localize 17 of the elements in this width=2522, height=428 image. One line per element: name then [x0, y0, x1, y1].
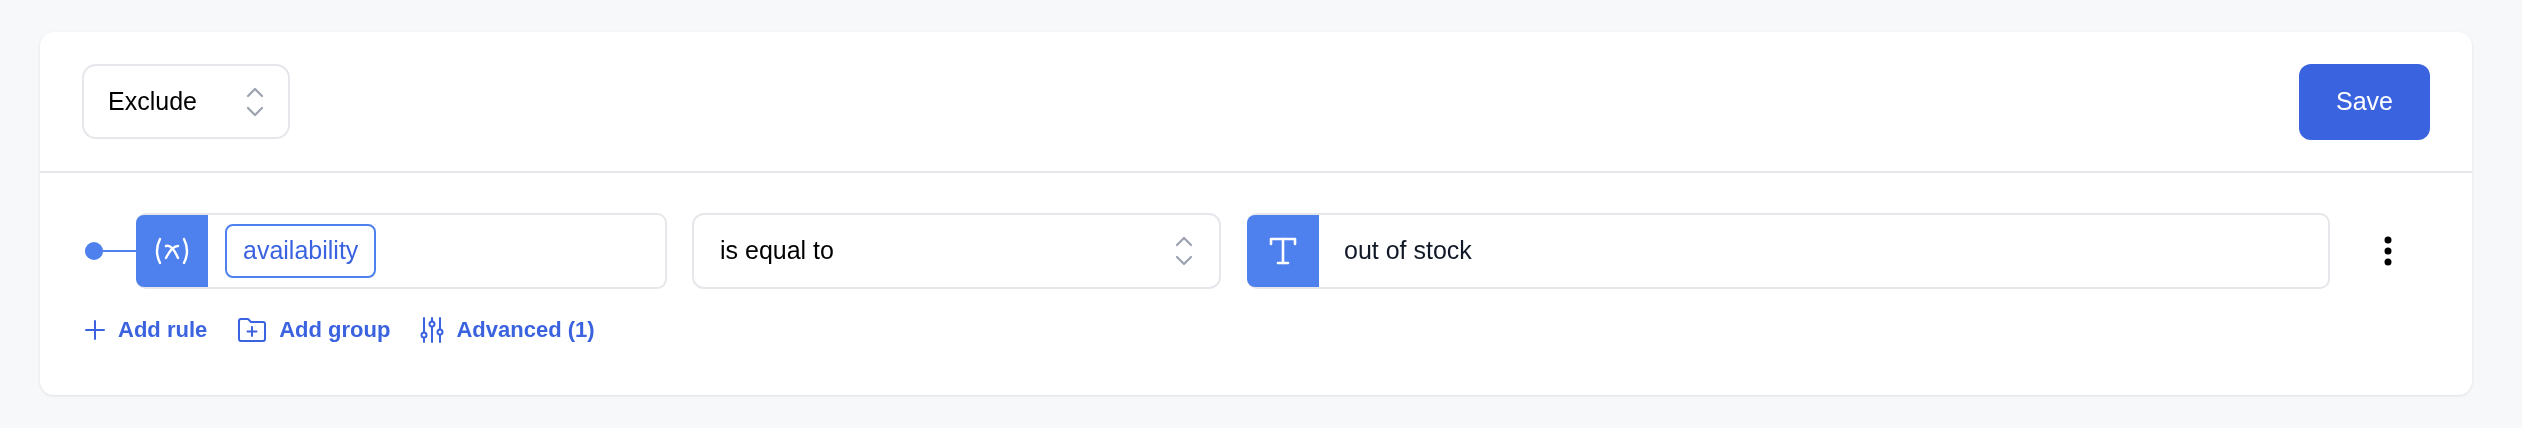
- value-text: out of stock: [1344, 235, 1472, 267]
- advanced-link[interactable]: Advanced (1): [420, 313, 595, 346]
- field-tag: availability: [225, 224, 377, 278]
- variable-icon: [136, 215, 208, 287]
- connector-icon: [84, 241, 136, 261]
- sliders-icon: [420, 315, 445, 344]
- chevron-updown-icon: [1175, 234, 1193, 268]
- folder-plus-icon: [237, 316, 268, 343]
- value-input[interactable]: out of stock: [1247, 213, 2330, 289]
- mode-select[interactable]: Exclude: [82, 64, 290, 139]
- save-button[interactable]: Save: [2299, 63, 2430, 140]
- text-type-icon: [1247, 215, 1319, 287]
- field-input[interactable]: availability: [136, 213, 667, 289]
- add-group-link[interactable]: Add group: [237, 313, 391, 346]
- operator-select[interactable]: is equal to: [692, 213, 1221, 289]
- plus-icon: [84, 318, 106, 341]
- add-rule-link[interactable]: Add rule: [84, 313, 208, 346]
